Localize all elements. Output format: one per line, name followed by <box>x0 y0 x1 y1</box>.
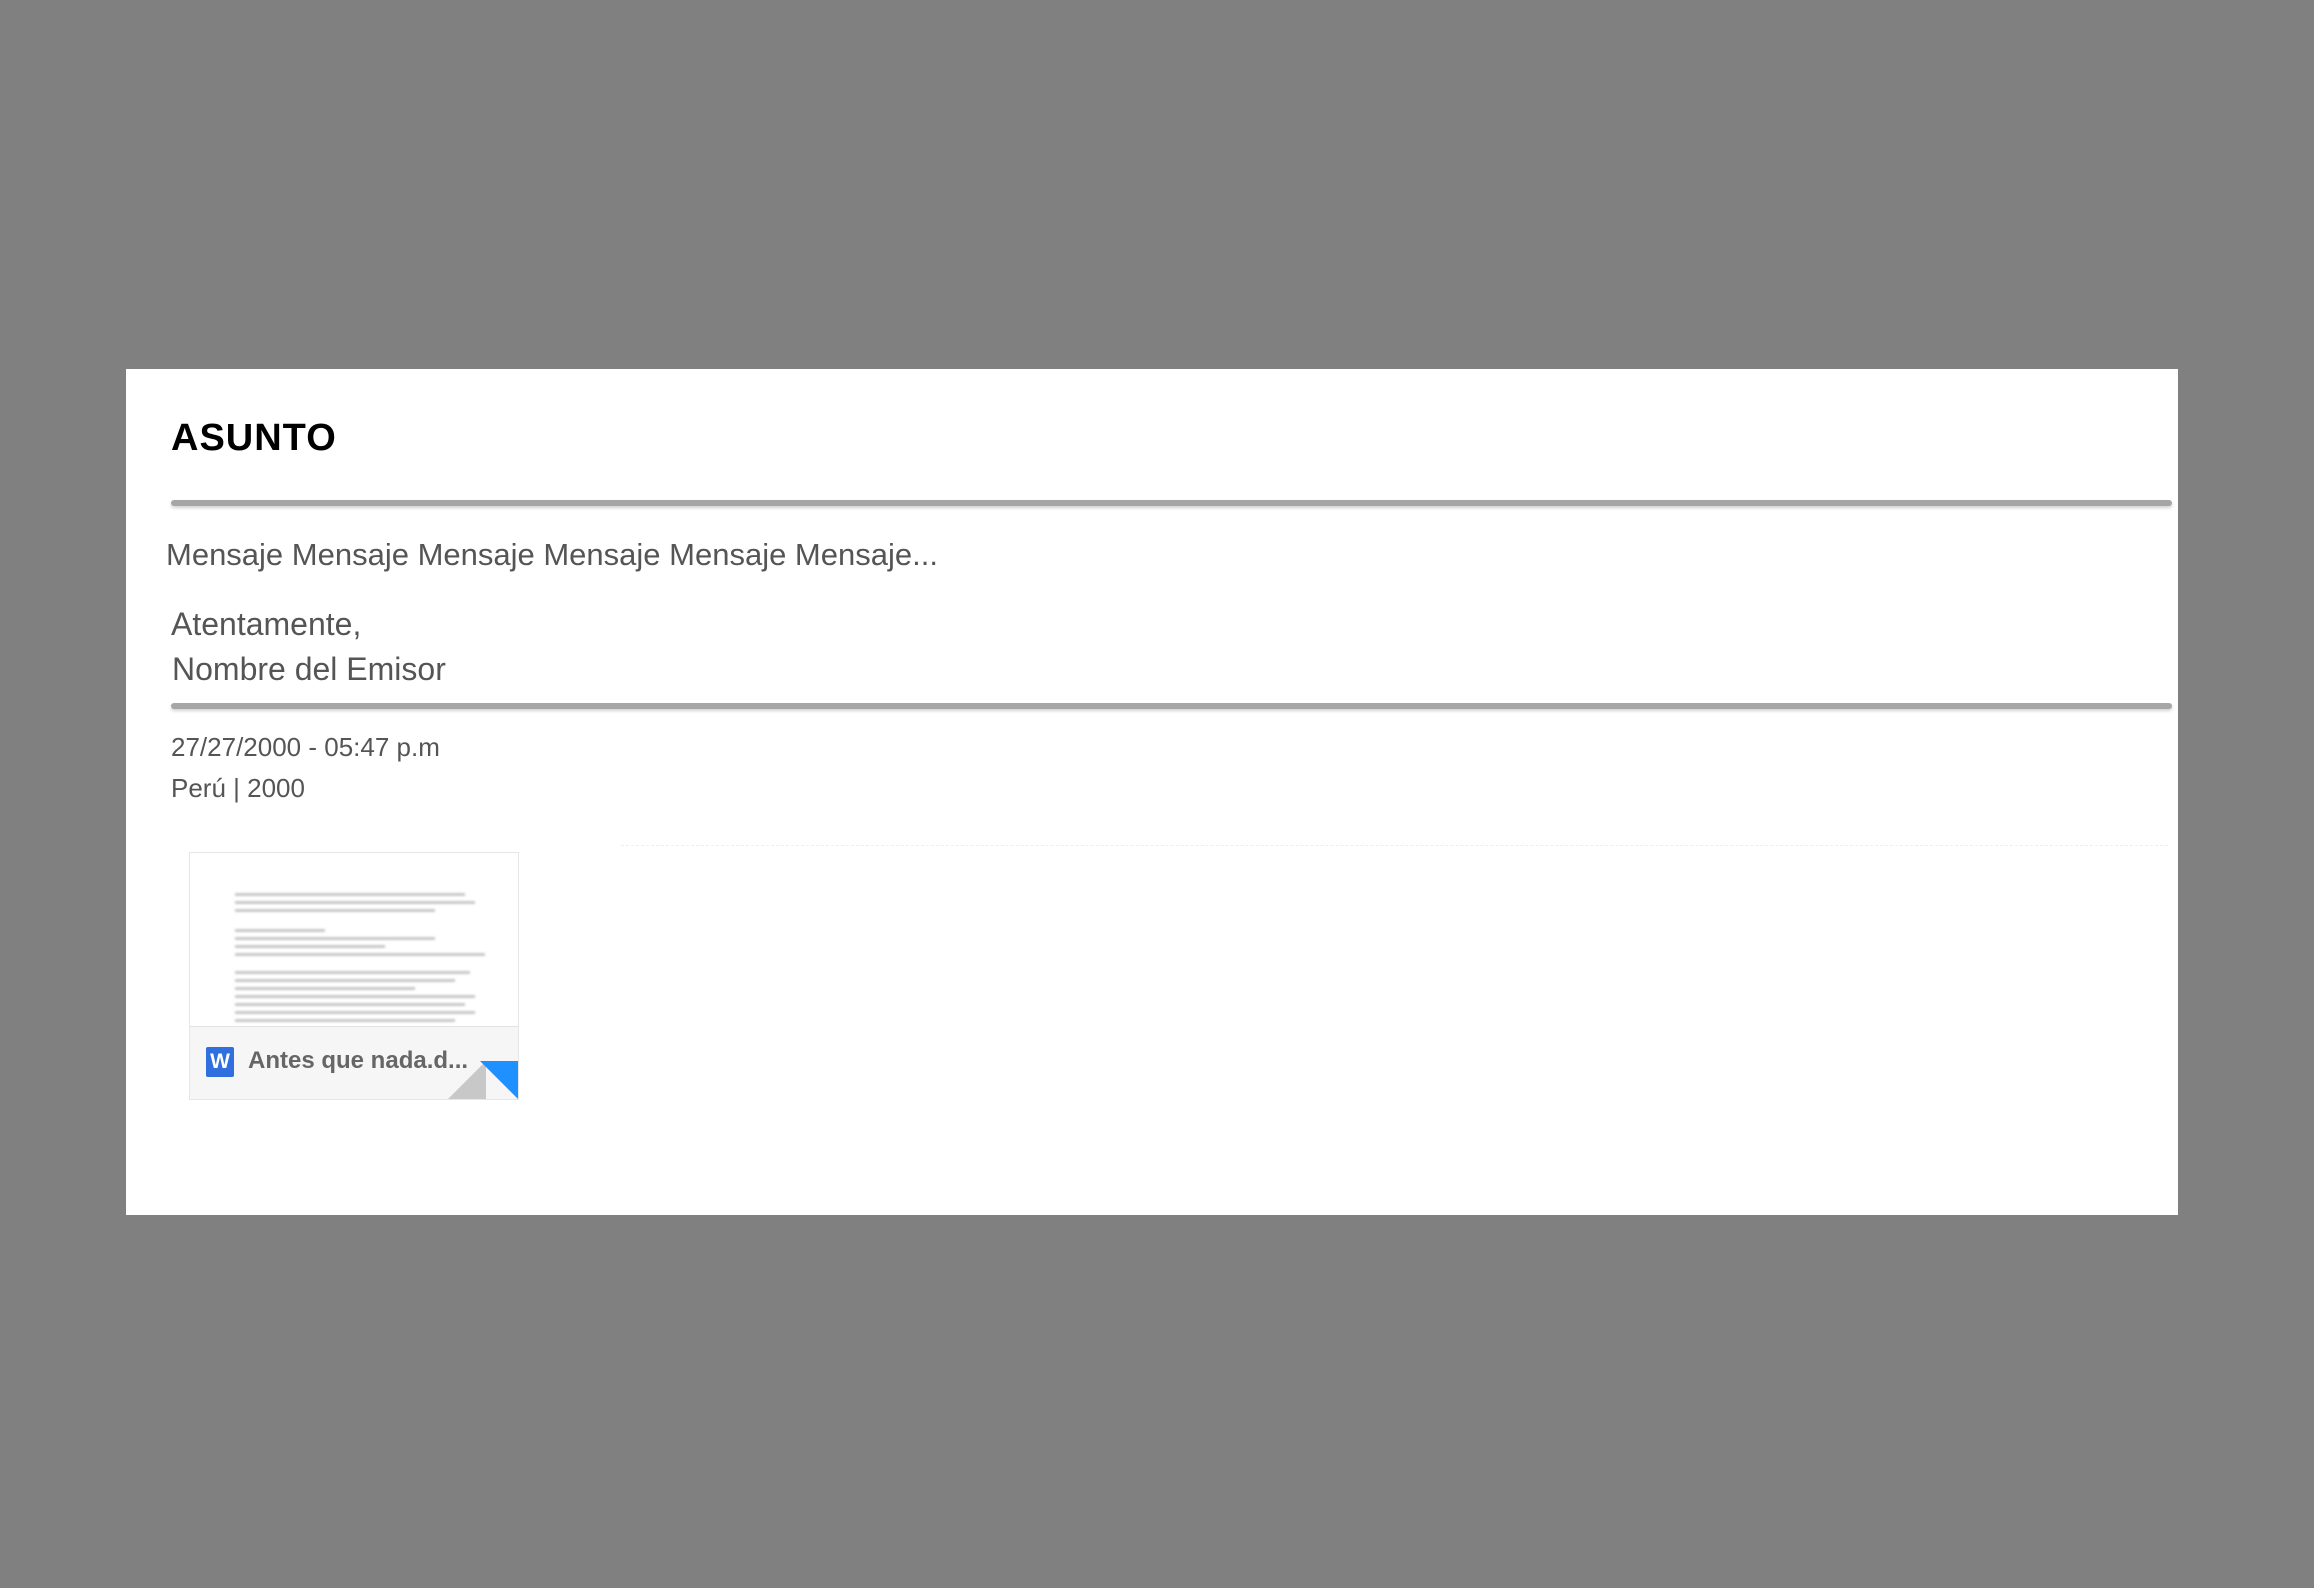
email-sender: Nombre del Emisor <box>172 651 446 687</box>
attachment-footer: W Antes que nada.d... <box>190 1026 518 1099</box>
attachment-card[interactable]: W Antes que nada.d... <box>189 852 519 1100</box>
attachment-filename: Antes que nada.d... <box>248 1047 469 1074</box>
separator-line <box>621 845 2168 846</box>
word-doc-icon: W <box>206 1047 234 1077</box>
email-datetime: 27/27/2000 - 05:47 p.m <box>171 732 440 762</box>
email-closing: Atentamente, <box>171 606 362 642</box>
divider-bottom <box>171 703 2172 709</box>
email-message: Mensaje Mensaje Mensaje Mensaje Mensaje … <box>166 537 938 572</box>
divider-top <box>171 500 2172 506</box>
email-location: Perú | 2000 <box>171 773 305 803</box>
email-subject: ASUNTO <box>171 417 337 459</box>
attachment-preview <box>190 853 518 1023</box>
email-card: ASUNTO Mensaje Mensaje Mensaje Mensaje M… <box>126 369 2178 1215</box>
corner-marker-icon <box>480 1061 518 1099</box>
